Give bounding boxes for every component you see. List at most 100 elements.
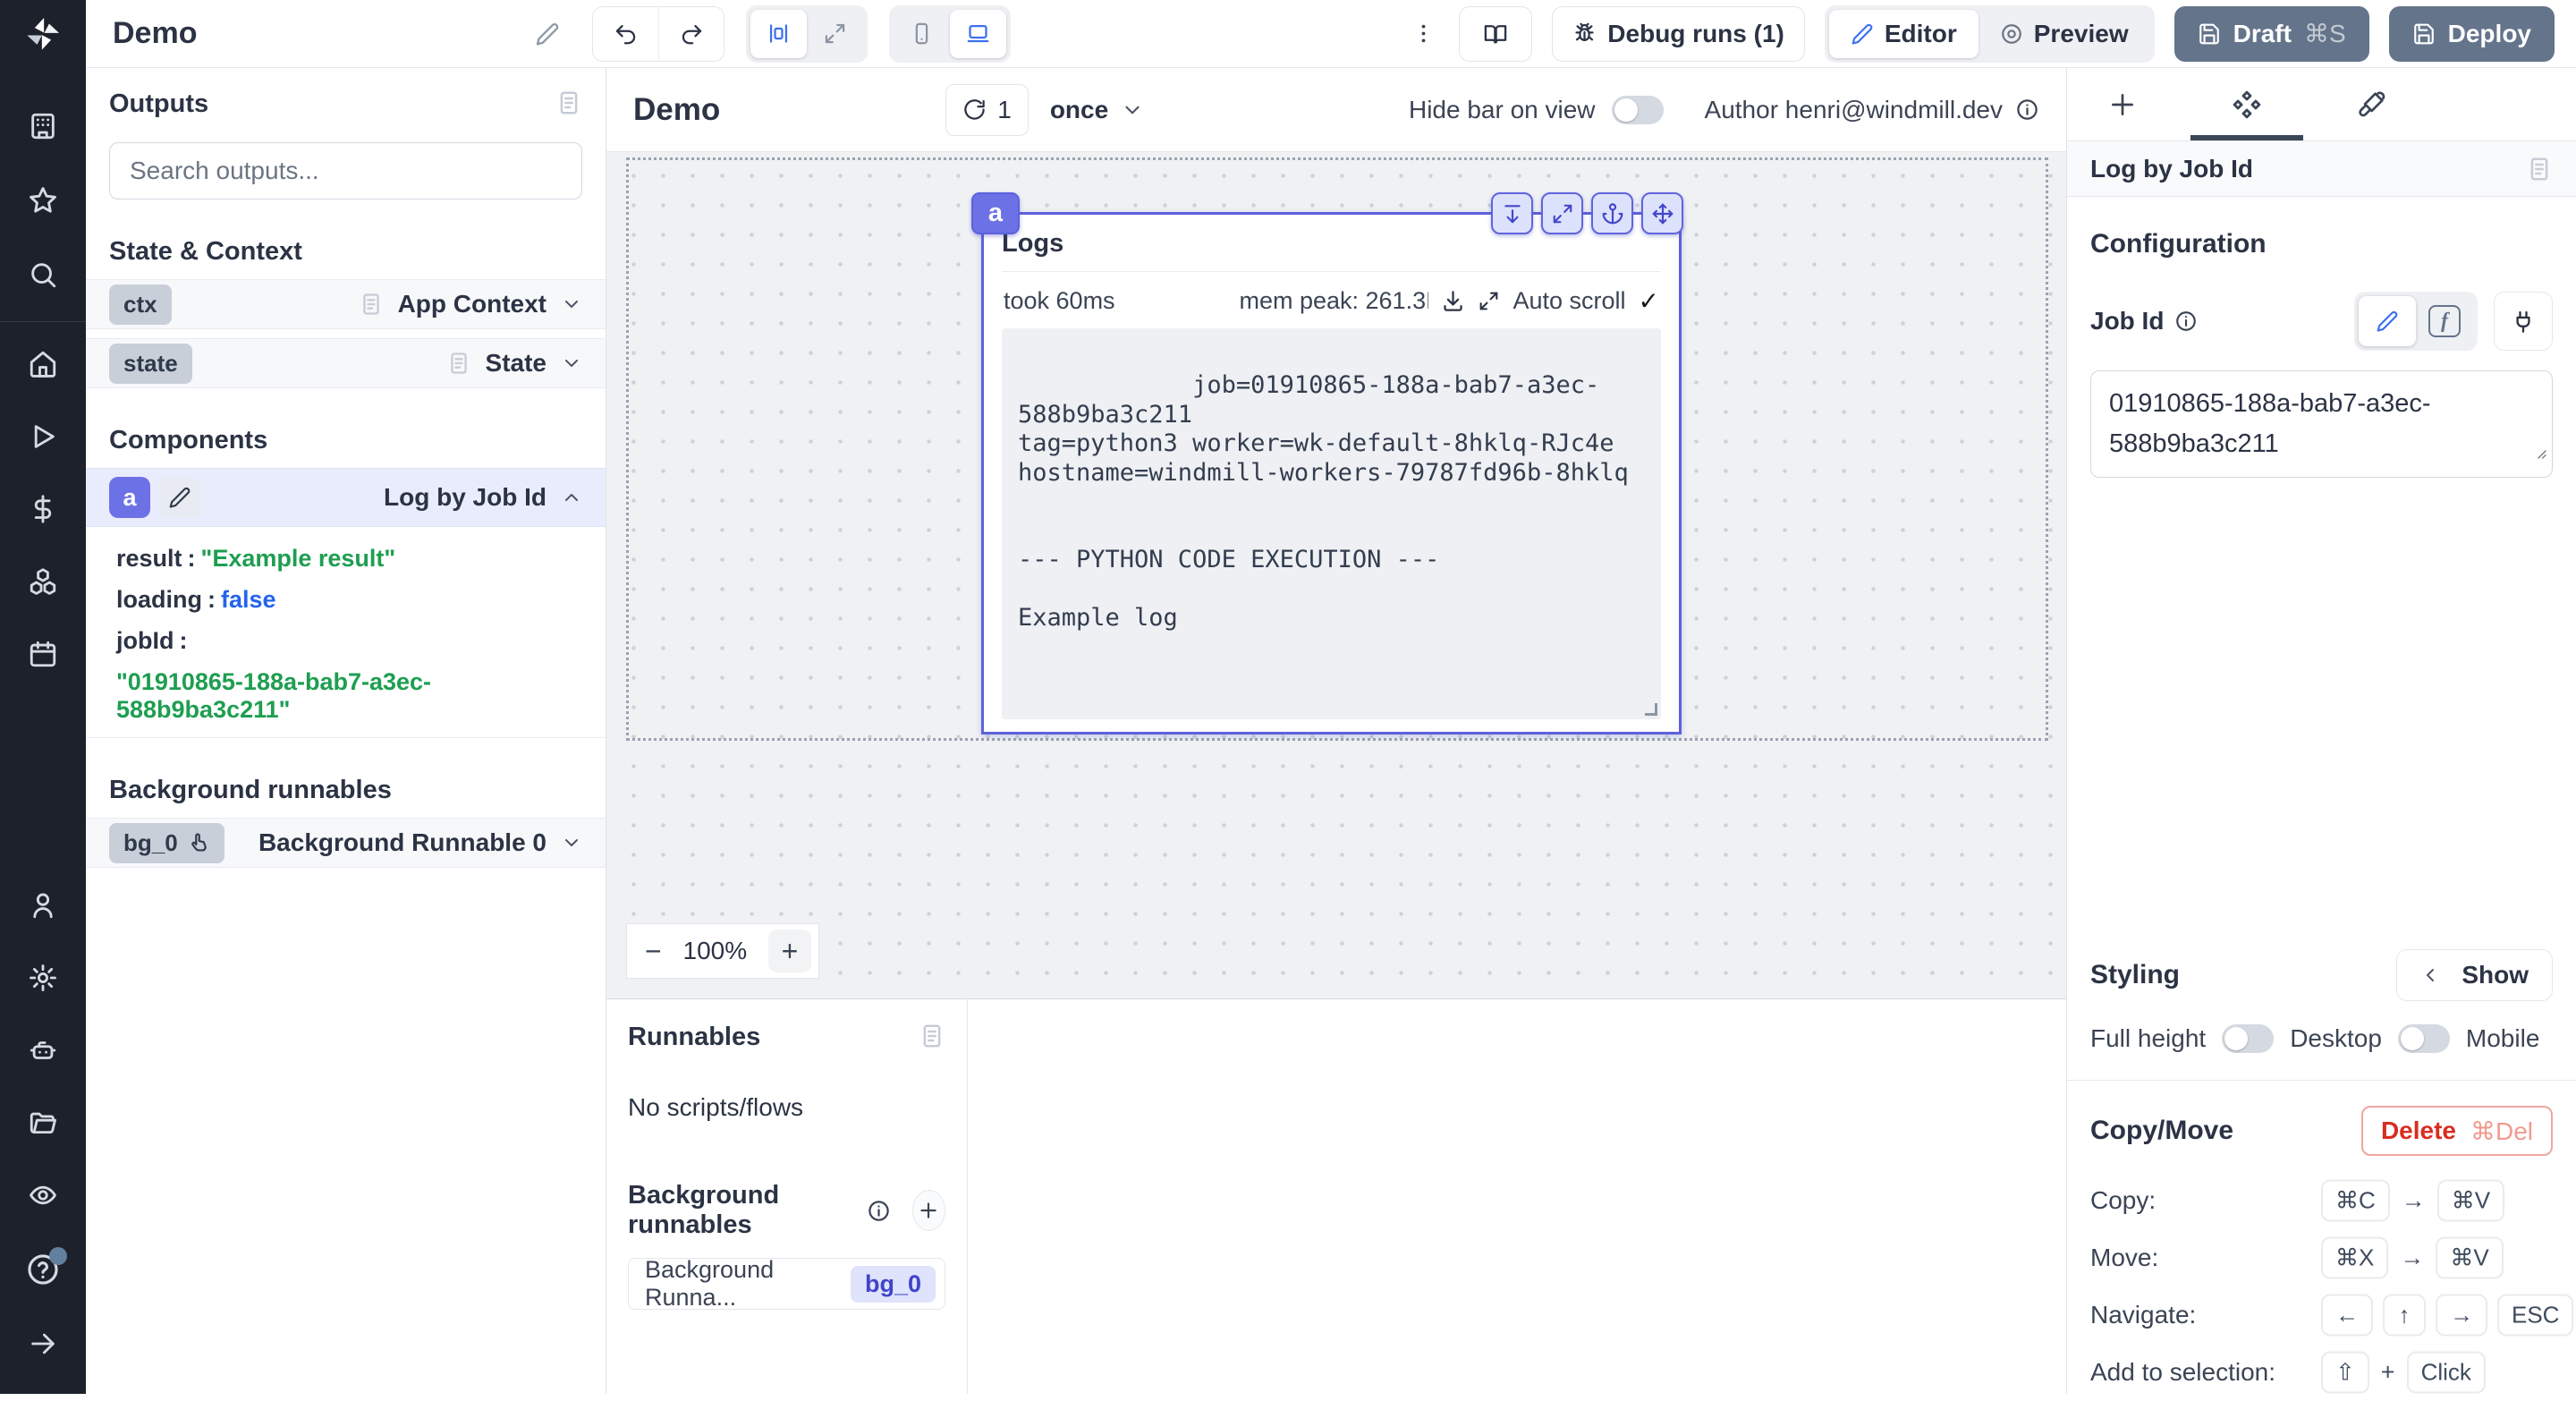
add-background-runnable-button[interactable] [912,1190,945,1231]
autoscroll-checkbox[interactable]: ✓ [1639,286,1659,316]
refresh-runs-button[interactable]: 1 [945,84,1029,136]
resize-handle[interactable] [1645,703,1657,716]
debug-runs-button[interactable]: Debug runs (1) [1552,6,1805,62]
expand-logs-button[interactable] [1478,290,1500,312]
logs-component-title: Logs [1002,229,1661,272]
copy-outputs-icon[interactable] [555,89,582,116]
full-height-label: Full height [2090,1024,2206,1053]
tab-global-styling[interactable] [2348,68,2394,140]
key-separator: → [2400,1187,2428,1215]
connect-input-button[interactable] [2494,292,2553,351]
sidebar-item-apps[interactable] [28,111,58,146]
static-input-mode-button[interactable] [2359,296,2416,346]
sidebar-item-resources[interactable] [28,566,58,601]
sidebar-item-help[interactable] [26,1252,60,1291]
chevron-up-icon[interactable] [561,487,582,508]
pencil-icon [2376,310,2399,333]
centered-layout-button[interactable] [750,10,807,58]
draft-shortcut: ⌘S [2304,19,2346,48]
log-output-text: job=01910865-188a-bab7-a3ec-588b9ba3c211… [1018,371,1629,631]
background-runnable-row[interactable]: bg_0 Background Runnable 0 [86,818,606,868]
expand-component-button[interactable] [1541,192,1583,234]
shortcut-label: Navigate: [2090,1301,2196,1329]
info-icon[interactable] [2015,98,2039,122]
desktop-view-button[interactable] [950,10,1006,58]
draft-button[interactable]: Draft ⌘S [2174,6,2369,62]
desktop-toggle[interactable] [2398,1024,2450,1053]
ctx-output-row[interactable]: ctx App Context [86,279,606,329]
resize-handle[interactable] [2533,432,2547,472]
editor-tab[interactable]: Editor [1829,10,1979,58]
panel-center-icon [767,21,791,46]
fill-height-button[interactable] [1491,192,1533,234]
undo-button[interactable] [593,7,658,61]
state-row-label: State [486,349,547,378]
sidebar-item-audit[interactable] [28,1180,58,1215]
chevron-down-icon[interactable] [561,293,582,315]
mobile-view-button[interactable] [894,10,950,58]
sidebar-item-favorites[interactable] [28,185,58,220]
deploy-button[interactable]: Deploy [2389,6,2555,62]
sidebar-item-search[interactable] [28,259,58,294]
sidebar-divider [0,321,86,322]
chevron-down-icon[interactable] [561,832,582,853]
copy-runnables-icon[interactable] [919,1023,945,1049]
sidebar-item-users[interactable] [28,890,58,925]
circle-dot-icon [2000,22,2023,46]
full-height-toggle[interactable] [2222,1024,2274,1053]
topbar-right-actions: Debug runs (1) Editor Preview Draft ⌘S [1408,5,2555,63]
show-styling-button[interactable]: Show [2396,949,2553,1001]
anchor-component-button[interactable] [1591,192,1633,234]
redo-button[interactable] [658,7,724,61]
canvas-area: Demo 1 once Hide bar on view Author henr… [606,68,2066,1394]
windmill-logo-icon [22,13,64,55]
tab-insert-component[interactable] [2099,68,2146,140]
delete-component-button[interactable]: Delete ⌘Del [2361,1106,2553,1156]
windmill-logo[interactable] [0,0,86,68]
prop-value[interactable]: "01910865-188a-bab7-a3ec-588b9ba3c211" [116,668,431,723]
move-component-button[interactable] [1641,192,1683,234]
sidebar-item-home[interactable] [28,349,58,384]
sidebar-item-variables[interactable] [28,494,58,529]
prop-value[interactable]: false [221,586,276,613]
more-options-button[interactable] [1408,21,1439,46]
chevron-down-icon[interactable] [561,352,582,374]
edit-component-id-button[interactable] [159,477,200,518]
tab-component-settings[interactable] [2223,68,2271,140]
preview-tab[interactable]: Preview [1979,10,2150,58]
docs-button[interactable] [1459,6,1532,62]
search-outputs-input[interactable] [109,142,582,200]
full-width-button[interactable] [807,10,863,58]
run-mode-dropdown[interactable]: once [1050,96,1144,124]
component-a-row[interactable]: a Log by Job Id [86,468,606,527]
background-runnables-title: Background runnables [628,1181,854,1240]
download-logs-button[interactable] [1441,289,1465,313]
log-output-area[interactable]: job=01910865-188a-bab7-a3ec-588b9ba3c211… [1002,328,1661,719]
job-id-input[interactable]: 01910865-188a-bab7-a3ec-588b9ba3c211 [2090,370,2553,478]
zoom-level: 100% [662,937,768,965]
shortcut-label: Copy: [2090,1186,2156,1215]
sidebar-item-folders[interactable] [28,1108,58,1142]
info-icon[interactable] [867,1199,891,1223]
prop-value[interactable]: "Example result" [201,545,396,572]
background-runnable-item[interactable]: Background Runna... bg_0 [628,1258,945,1310]
book-open-icon [1483,21,1508,47]
eval-input-mode-button[interactable]: f [2416,296,2473,346]
sidebar-item-settings[interactable] [28,963,58,998]
function-square-icon: f [2428,305,2461,337]
component-selection-badge: a [971,192,1020,234]
sidebar-collapse-toggle[interactable] [28,1329,58,1363]
info-icon[interactable] [2174,310,2198,333]
hide-bar-toggle[interactable] [1612,96,1664,124]
sidebar-item-schedules[interactable] [28,639,58,674]
device-toggle [889,5,1011,63]
app-canvas[interactable]: a Logs took 60ms mem peak: 261.3MB [606,152,2066,999]
rename-app-button[interactable] [535,21,560,47]
copy-settings-icon[interactable] [2526,156,2553,183]
logs-component[interactable]: a Logs took 60ms mem peak: 261.3MB [981,212,1682,734]
sidebar-item-workers[interactable] [28,1035,58,1070]
zoom-in-button[interactable]: + [768,930,811,972]
sidebar-item-runs[interactable] [28,421,58,456]
state-output-row[interactable]: state State [86,338,606,388]
zoom-out-button[interactable]: − [645,935,662,968]
